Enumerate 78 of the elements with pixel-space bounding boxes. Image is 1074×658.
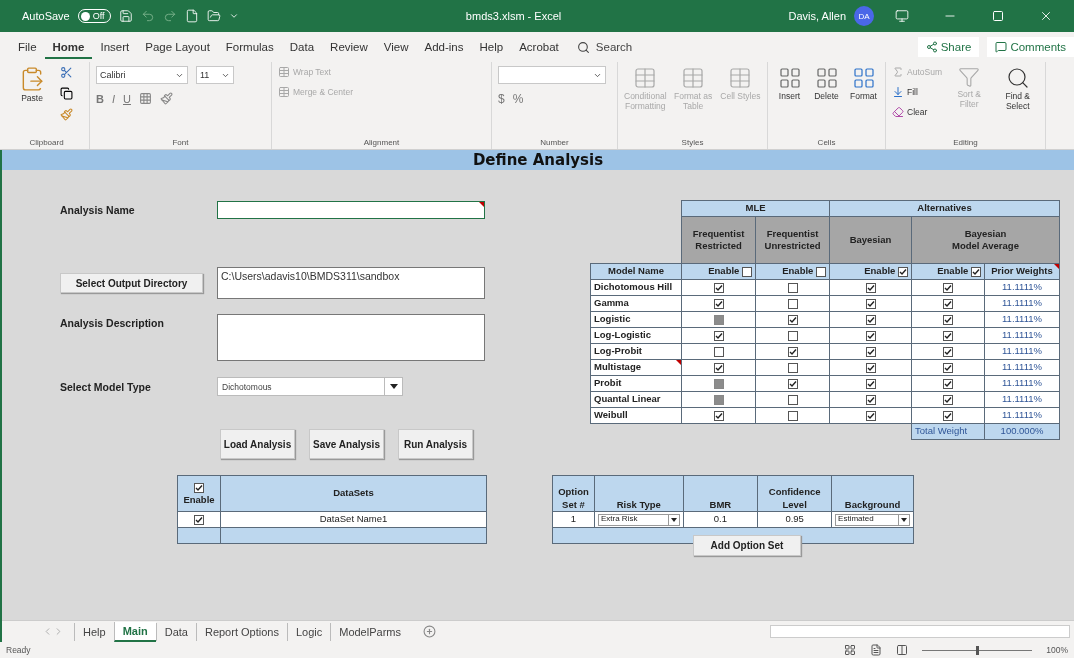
bold-button[interactable]: B xyxy=(96,92,104,105)
add-option-set-button[interactable]: Add Option Set xyxy=(693,535,801,556)
field-label: Select Model Type xyxy=(60,380,152,393)
sheet-tab[interactable]: Logic xyxy=(286,622,331,641)
cells-button[interactable]: Delete xyxy=(811,66,842,102)
group-label: Number xyxy=(540,138,569,147)
model-type-dropdown[interactable]: Dichotomous xyxy=(217,377,403,396)
column-header: DataSets xyxy=(220,475,487,512)
column-header: Enable xyxy=(177,475,221,512)
ribbon-tab[interactable]: Insert xyxy=(92,35,138,59)
user-avatar[interactable]: DA xyxy=(854,6,874,26)
column-header: Enable xyxy=(708,265,740,277)
ribbon-tab[interactable]: Add-ins xyxy=(416,35,472,59)
sheet-tab[interactable]: Main xyxy=(113,621,156,642)
group-label: Clipboard xyxy=(29,138,64,147)
cells-button[interactable]: Format xyxy=(848,66,879,102)
status-text: Ready xyxy=(6,645,31,655)
ribbon-tab[interactable]: Page Layout xyxy=(137,35,218,59)
method-header: Frequentist Unrestricted xyxy=(755,216,830,264)
editing-button[interactable]: Find & Select xyxy=(996,66,1039,112)
sheet-title: Define Analysis xyxy=(472,151,604,169)
search-field[interactable]: Search xyxy=(576,40,633,54)
select-output-directory-button[interactable]: Select Output Directory xyxy=(60,273,203,293)
group-label: Editing xyxy=(953,138,978,147)
number-format-button[interactable]: $ xyxy=(498,92,505,106)
column-header: Option Set # xyxy=(552,475,595,512)
field-label: Analysis Name xyxy=(60,204,136,216)
column-header: Enable xyxy=(782,265,814,277)
input-field[interactable]: C:\Users\adavis10\BMDS311\sandbox xyxy=(217,267,485,299)
method-header: Bayesian Model Average xyxy=(911,216,1060,264)
editing-button[interactable]: Clear xyxy=(892,106,942,118)
column-header: Model Name xyxy=(590,263,682,280)
font-name-field[interactable]: Calibri xyxy=(96,66,188,84)
group-label: Font xyxy=(172,138,189,147)
user-name: Davis, Allen xyxy=(788,10,846,22)
ribbon-tab[interactable]: Review xyxy=(322,35,376,59)
share-button[interactable]: Share xyxy=(917,37,980,57)
autosave-label: AutoSave xyxy=(22,10,70,22)
column-header: Background xyxy=(831,475,914,512)
number-format-button[interactable]: % xyxy=(512,92,524,106)
ribbon-tab[interactable]: Acrobat xyxy=(511,35,567,59)
sheet-tab[interactable]: Report Options xyxy=(195,622,287,641)
paste-button[interactable]: Paste xyxy=(10,66,54,104)
group-header: MLE xyxy=(681,200,830,217)
sheet-tab[interactable]: Data xyxy=(155,622,196,641)
field-label: Analysis Description xyxy=(60,317,165,329)
method-header: Frequentist Restricted xyxy=(681,216,756,264)
method-header: Bayesian xyxy=(829,216,912,264)
ribbon-tab[interactable]: Formulas xyxy=(217,35,282,59)
zoom-level: 100% xyxy=(1046,645,1068,655)
editing-button[interactable]: Fill xyxy=(892,86,942,98)
group-label: Cells xyxy=(817,138,836,147)
sheet-tab[interactable]: ModelParms xyxy=(330,622,409,641)
ribbon-tab[interactable]: Data xyxy=(281,35,323,59)
action-button[interactable]: Save Analysis xyxy=(309,429,384,459)
cells-button[interactable]: Insert xyxy=(774,66,805,102)
group-header: Alternatives xyxy=(829,200,1060,217)
column-header: BMR xyxy=(683,475,758,512)
group-label: Alignment xyxy=(363,138,400,147)
column-header: Enable xyxy=(864,265,896,277)
underline-button[interactable]: U xyxy=(123,92,131,105)
ribbon-tab[interactable]: File xyxy=(10,35,45,59)
column-header: Enable xyxy=(937,265,969,277)
group-label: Styles xyxy=(681,138,704,147)
ribbon-tab[interactable]: Help xyxy=(471,35,512,59)
ribbon-tab[interactable]: Home xyxy=(44,35,93,59)
column-header: Confidence Level xyxy=(757,475,832,512)
sheet-tab[interactable]: Help xyxy=(74,622,114,641)
italic-button[interactable]: I xyxy=(111,92,115,105)
risk-type-dropdown[interactable]: Extra Risk xyxy=(597,513,680,526)
background-dropdown[interactable]: Estimated xyxy=(835,513,910,526)
ribbon-tab[interactable]: View xyxy=(375,35,417,59)
action-button[interactable]: Run Analysis xyxy=(398,429,473,459)
action-button[interactable]: Load Analysis xyxy=(220,429,295,459)
font-size-field[interactable]: 11 xyxy=(196,66,234,84)
column-header: Risk Type xyxy=(594,475,684,512)
window-title: bmds3.xlsm - Excel xyxy=(465,10,562,22)
comments-button[interactable]: Comments xyxy=(987,37,1074,57)
